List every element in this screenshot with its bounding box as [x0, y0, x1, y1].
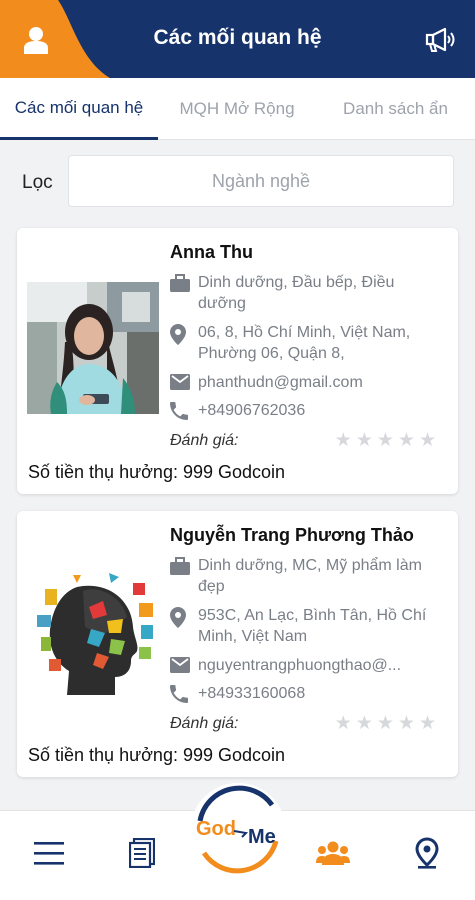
briefcase-icon: [170, 272, 198, 314]
megaphone-icon: [425, 27, 455, 52]
rating-stars: ★ ★ ★ ★ ★: [335, 431, 436, 451]
contact-email[interactable]: nguyentrangphuongthao@...: [170, 655, 440, 678]
contact-phone[interactable]: +84906762036: [170, 400, 440, 425]
contact-name: Nguyễn Trang Phương Thảo: [170, 525, 414, 545]
mail-icon: [170, 372, 198, 395]
tab-extended-relationships[interactable]: MQH Mở Rộng: [158, 78, 316, 140]
bottom-nav: God Me: [0, 783, 475, 900]
star-icon: ★: [334, 430, 352, 451]
svg-text:God: God: [196, 818, 236, 840]
page-title: Các mối quan hệ: [153, 26, 322, 49]
contact-profession: Dinh dưỡng, Đầu bếp, Điều dưỡng: [170, 272, 440, 314]
relationships-button[interactable]: [308, 831, 358, 875]
email-text: phanthudn@gmail.com: [198, 374, 363, 391]
map-button[interactable]: [402, 831, 452, 875]
location-pin-icon: [170, 605, 198, 647]
contact-photo: [27, 282, 159, 414]
menu-icon: [34, 842, 64, 865]
rating-label: Đánh giá:: [170, 432, 239, 449]
profession-text: Dinh dưỡng, Đầu bếp, Điều dưỡng: [198, 274, 395, 312]
contact-photo: [27, 567, 159, 699]
location-pin-icon: [415, 837, 439, 869]
phone-icon: [170, 400, 198, 425]
address-text: 06, 8, Hồ Chí Minh, Việt Nam, Phường 06,…: [198, 324, 411, 362]
menu-button[interactable]: [24, 831, 74, 875]
star-icon: ★: [334, 713, 352, 734]
email-text: nguyentrangphuongthao@...: [198, 657, 402, 674]
tab-bar: Các mối quan hệ MQH Mở Rộng Danh sách ẩn: [0, 78, 475, 140]
godme-logo-button[interactable]: God Me: [190, 783, 286, 879]
contact-card[interactable]: Anna Thu Dinh dưỡng, Đầu bếp, Điều dưỡng…: [17, 228, 458, 494]
contact-card[interactable]: Nguyễn Trang Phương Thảo Dinh dưỡng, MC,…: [17, 511, 458, 777]
reward-amount: Số tiền thụ hưởng: 999 Godcoin: [28, 745, 286, 765]
address-text: 953C, An Lạc, Bình Tân, Hồ Chí Minh, Việ…: [198, 607, 427, 645]
contact-address: 06, 8, Hồ Chí Minh, Việt Nam, Phường 06,…: [170, 322, 440, 364]
rating-label: Đánh giá:: [170, 715, 239, 732]
star-icon: ★: [397, 430, 415, 451]
people-icon: [316, 841, 350, 865]
profession-filter-input[interactable]: [68, 155, 454, 207]
filter-bar: Lọc: [0, 140, 475, 220]
briefcase-icon: [170, 555, 198, 597]
mail-icon: [170, 655, 198, 678]
contact-name: Anna Thu: [170, 242, 253, 262]
star-icon: ★: [418, 713, 436, 734]
star-icon: ★: [418, 430, 436, 451]
filter-label: Lọc: [22, 172, 53, 193]
contact-address: 953C, An Lạc, Bình Tân, Hồ Chí Minh, Việ…: [170, 605, 440, 647]
star-icon: ★: [355, 430, 373, 451]
contact-email[interactable]: phanthudn@gmail.com: [170, 372, 440, 395]
phone-text: +84906762036: [198, 402, 306, 419]
phone-text: +84933160068: [198, 685, 306, 702]
svg-text:Me: Me: [248, 826, 276, 848]
tab-hidden-list[interactable]: Danh sách ẩn: [316, 78, 475, 140]
announcement-button[interactable]: [423, 24, 459, 56]
contact-phone[interactable]: +84933160068: [170, 683, 440, 708]
phone-icon: [170, 683, 198, 708]
tab-relationships[interactable]: Các mối quan hệ: [0, 78, 158, 140]
reward-amount: Số tiền thụ hưởng: 999 Godcoin: [28, 462, 286, 482]
documents-button[interactable]: [117, 831, 167, 875]
star-icon: ★: [376, 713, 394, 734]
contact-profession: Dinh dưỡng, MC, Mỹ phẩm làm đẹp: [170, 555, 440, 597]
star-icon: ★: [355, 713, 373, 734]
app-header: Các mối quan hệ: [0, 0, 475, 78]
location-pin-icon: [170, 322, 198, 364]
document-icon: [129, 838, 155, 868]
star-icon: ★: [397, 713, 415, 734]
godme-logo: God Me: [194, 785, 282, 875]
star-icon: ★: [376, 430, 394, 451]
profession-text: Dinh dưỡng, MC, Mỹ phẩm làm đẹp: [198, 557, 422, 595]
rating-stars: ★ ★ ★ ★ ★: [335, 714, 436, 734]
